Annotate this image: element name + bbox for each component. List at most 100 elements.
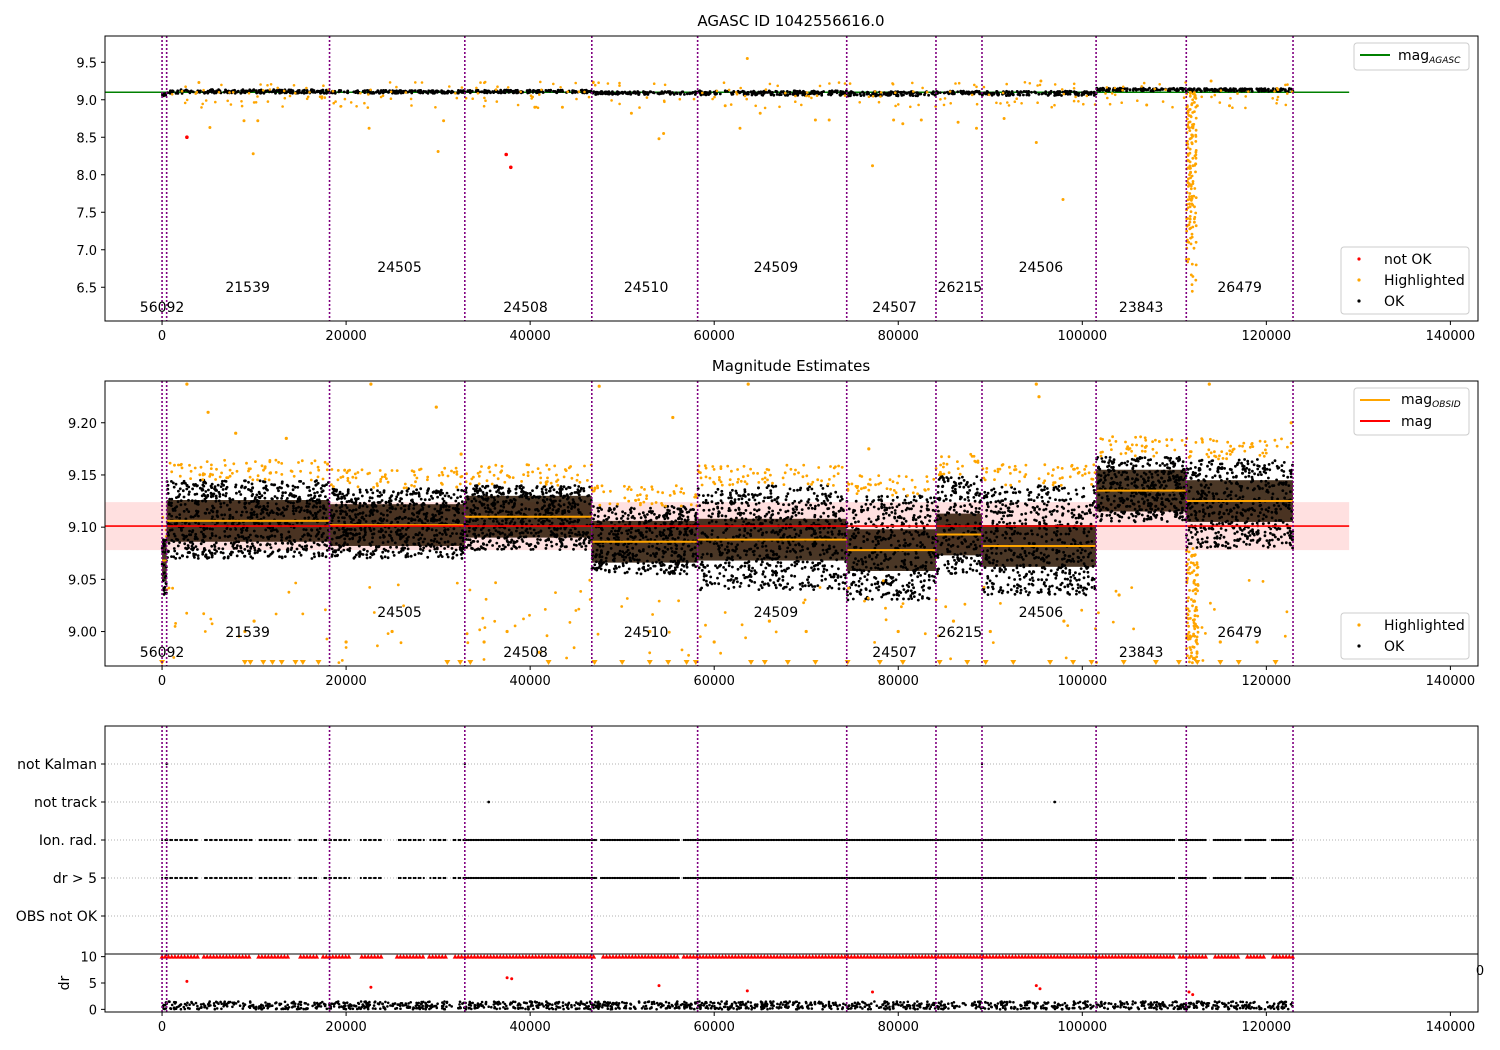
mag-ok-point: [231, 516, 235, 519]
agasc-ok-point: [507, 91, 511, 94]
mag-ok-point: [660, 564, 664, 567]
agasc-ok-point: [1020, 91, 1023, 94]
agasc-ok-point: [1056, 90, 1060, 93]
agasc-highlighted-point: [575, 97, 578, 101]
agasc-highlighted-point: [1113, 93, 1117, 97]
mag-ok-point: [476, 540, 480, 543]
agasc-highlighted-point: [388, 81, 392, 84]
mag-highlighted-point: [638, 493, 642, 496]
agasc-highlighted-point: [1053, 83, 1057, 86]
mag-ok-point: [617, 520, 621, 524]
mag-ok-point: [461, 551, 465, 555]
mag-ok-point: [671, 571, 675, 575]
mag-ok-point: [491, 544, 494, 547]
mag-ok-point: [691, 554, 695, 558]
mag-ok-point: [386, 513, 389, 517]
agasc-ok-point: [503, 88, 506, 92]
agasc-obsid-label: 24509: [754, 260, 799, 276]
agasc-highlighted-point: [1015, 97, 1018, 100]
mag-ok-point: [405, 543, 409, 547]
mag-ok-point: [299, 508, 303, 512]
mag-ok-point: [167, 541, 171, 545]
mag-ok-point: [356, 521, 360, 525]
mag-ok-point: [551, 508, 555, 512]
mag-ok-point: [682, 564, 686, 568]
agasc-dip-point: [1194, 116, 1198, 120]
mag-ok-point: [520, 519, 523, 523]
mag-highlighted-point: [321, 477, 325, 481]
mag-ok-point: [362, 536, 365, 539]
mag-highlighted-point: [410, 484, 413, 487]
agasc-xtick-label: 60000: [694, 329, 735, 344]
agasc-ok-point: [938, 91, 942, 94]
agasc-ok-point: [549, 88, 553, 92]
agasc-highlighted-point: [715, 89, 719, 93]
mag-ok-point: [659, 534, 663, 538]
agasc-highlighted-point: [1158, 83, 1161, 86]
mag-ok-point: [263, 491, 267, 495]
mag-ok-point: [548, 489, 552, 493]
mag-ok-point: [446, 508, 450, 512]
agasc-highlighted-point: [921, 86, 924, 90]
agasc-legend-ok-marker: [1357, 299, 1361, 303]
mag-ok-point: [670, 533, 674, 537]
agasc-highlighted-point: [1036, 101, 1039, 104]
agasc-ok-point: [1200, 89, 1203, 93]
mag-ok-point: [644, 515, 647, 519]
agasc-dip-point: [1190, 235, 1194, 239]
agasc-ok-point: [647, 91, 650, 95]
agasc-dip-point: [1190, 141, 1194, 145]
agasc-highlighted-point: [897, 103, 900, 106]
agasc-highlighted-point: [389, 90, 393, 94]
mag-ok-point: [610, 530, 613, 533]
agasc-ok-point: [704, 93, 708, 97]
agasc-highlighted-point: [519, 90, 522, 94]
mag-ok-point: [326, 498, 330, 502]
mag-ok-point: [194, 514, 197, 517]
agasc-highlighted-point: [475, 86, 478, 90]
agasc-highlighted-point: [713, 95, 716, 99]
mag-highlighted-point: [323, 460, 327, 464]
agasc-highlighted-point: [1120, 101, 1123, 104]
agasc-highlighted-point: [292, 84, 296, 87]
mag-ok-point: [202, 493, 206, 497]
mag-ok-point: [628, 551, 632, 555]
agasc-dip-point: [1194, 224, 1198, 228]
agasc-highlighted-point: [1121, 88, 1124, 92]
agasc-highlighted-point: [970, 93, 974, 97]
mag-ok-point: [482, 503, 486, 506]
mag-ok-point: [220, 513, 224, 517]
mag-ok-point: [337, 497, 341, 500]
agasc-ytick-label: 8.5: [76, 131, 97, 146]
mag-ok-point: [515, 529, 518, 533]
mag-ok-point: [296, 500, 299, 504]
mag-ok-point: [368, 496, 372, 500]
agasc-ok-point: [1243, 87, 1247, 90]
agasc-highlighted-point: [1062, 92, 1066, 96]
agasc-dip-point: [1194, 196, 1198, 200]
mag-ok-point: [231, 498, 235, 501]
agasc-highlighted-point: [1110, 92, 1114, 95]
mag-ok-point: [245, 529, 249, 532]
mag-ok-point: [354, 513, 357, 517]
mag-highlighted-point: [600, 484, 604, 488]
agasc-highlighted-point: [879, 95, 882, 98]
mag-ok-point: [178, 516, 182, 520]
mag-ok-point: [353, 528, 357, 532]
mag-ok-point: [487, 510, 491, 514]
mag-ok-point: [380, 493, 383, 497]
mag-ok-point: [519, 494, 523, 498]
mag-ok-point: [177, 495, 181, 498]
agasc-ok-point: [909, 91, 913, 95]
mag-highlighted-point: [450, 469, 453, 473]
mag-ok-point: [568, 521, 571, 525]
mag-ok-point: [204, 496, 208, 499]
mag-ok-point: [322, 505, 326, 509]
mag-ok-point: [693, 546, 697, 549]
agasc-highlighted-point: [805, 94, 808, 98]
agasc-dip-point: [1190, 199, 1193, 202]
mag-highlighted-point: [309, 478, 313, 482]
agasc-highlighted-point: [1229, 97, 1232, 100]
mag-ok-point: [518, 545, 521, 549]
mag-ok-point: [280, 481, 284, 485]
